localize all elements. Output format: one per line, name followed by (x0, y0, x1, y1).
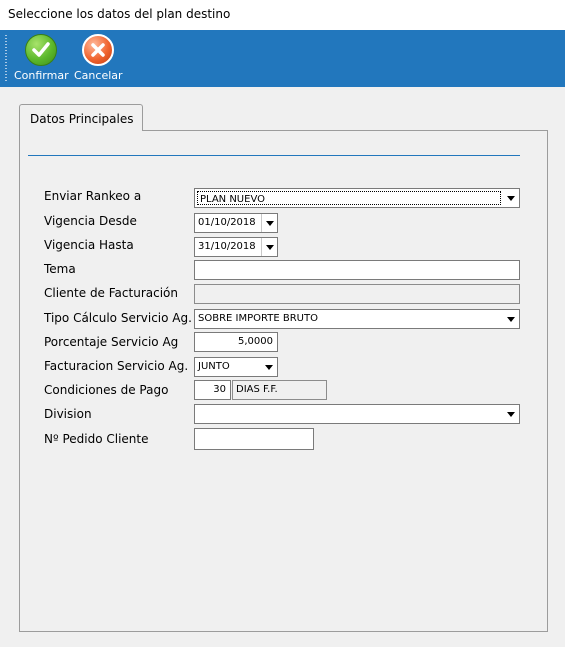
vigencia-hasta-value: 31/10/2018 (198, 241, 256, 252)
vigencia-hasta-datepicker[interactable]: 31/10/2018 (194, 237, 278, 257)
enviar-rankeo-focus: PLAN NUEVO (197, 191, 501, 205)
section-divider (28, 155, 520, 156)
vigencia-desde-value: 01/10/2018 (198, 217, 256, 228)
vigencia-desde-label: Vigencia Desde (44, 214, 137, 228)
facturacion-servicio-label: Facturacion Servicio Ag. (44, 359, 189, 373)
porcentaje-label: Porcentaje Servicio Ag (44, 335, 179, 349)
toolbar-grip[interactable] (5, 35, 7, 81)
cancel-button[interactable]: Cancelar (74, 34, 123, 82)
condiciones-pago-description: DIAS F.F. (232, 380, 327, 400)
cliente-facturacion-label: Cliente de Facturación (44, 286, 178, 300)
tema-input[interactable] (194, 260, 520, 280)
confirm-label: Confirmar (14, 69, 69, 82)
enviar-rankeo-label: Enviar Rankeo a (44, 189, 142, 203)
porcentaje-input[interactable]: 5,0000 (194, 332, 278, 352)
calendar-dropdown-icon[interactable] (261, 238, 277, 256)
tipo-calculo-select[interactable]: SOBRE IMPORTE BRUTO (194, 309, 520, 329)
condiciones-pago-description-text: DIAS F.F. (236, 384, 278, 395)
calendar-dropdown-icon[interactable] (261, 214, 277, 232)
porcentaje-value: 5,0000 (238, 336, 273, 347)
tipo-calculo-label: Tipo Cálculo Servicio Ag. (44, 311, 192, 325)
enviar-rankeo-value: PLAN NUEVO (200, 194, 265, 205)
window-title: Seleccione los datos del plan destino (8, 7, 231, 21)
chevron-down-icon[interactable] (503, 405, 519, 423)
chevron-down-icon[interactable] (503, 189, 519, 207)
enviar-rankeo-select[interactable]: PLAN NUEVO (194, 188, 520, 208)
pedido-cliente-input[interactable] (194, 428, 314, 450)
division-label: Division (44, 407, 92, 421)
vigencia-hasta-label: Vigencia Hasta (44, 238, 134, 252)
toolbar: Confirmar Cancelar (0, 30, 565, 87)
cancel-label: Cancelar (74, 69, 123, 82)
tipo-calculo-value: SOBRE IMPORTE BRUTO (198, 313, 318, 324)
chevron-down-icon[interactable] (503, 310, 519, 328)
division-select[interactable] (194, 404, 520, 424)
title-bar: Seleccione los datos del plan destino (0, 0, 565, 30)
facturacion-servicio-select[interactable]: JUNTO (194, 357, 278, 377)
cancel-x-icon (82, 34, 115, 66)
tab-datos-principales[interactable]: Datos Principales (19, 104, 143, 131)
chevron-down-icon[interactable] (261, 358, 277, 376)
facturacion-servicio-value: JUNTO (198, 361, 230, 372)
vigencia-desde-datepicker[interactable]: 01/10/2018 (194, 213, 278, 233)
pedido-cliente-label: Nº Pedido Cliente (44, 432, 149, 446)
cliente-facturacion-field[interactable] (194, 284, 520, 304)
tab-label: Datos Principales (30, 112, 134, 126)
checkmark-icon (25, 34, 58, 66)
condiciones-pago-label: Condiciones de Pago (44, 383, 169, 397)
tema-label: Tema (44, 262, 76, 276)
condiciones-pago-days: 30 (213, 384, 226, 395)
confirm-button[interactable]: Confirmar (14, 34, 69, 82)
condiciones-pago-days-input[interactable]: 30 (194, 380, 231, 400)
